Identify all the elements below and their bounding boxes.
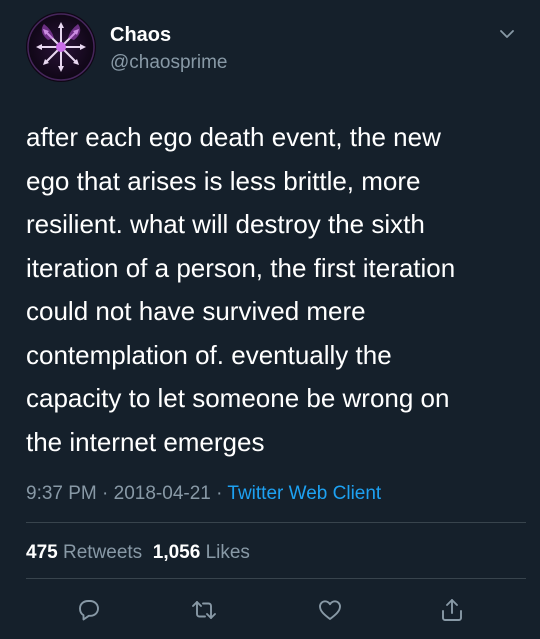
author-display-name[interactable]: Chaos: [110, 24, 171, 47]
tweet-text-line: could not have survived mere: [26, 296, 366, 326]
likes-stat[interactable]: 1,056 Likes: [153, 542, 250, 563]
tweet-text-line: resilient. what will destroy the sixth: [26, 209, 425, 239]
retweets-count: 475: [26, 542, 58, 563]
tweet-source-link[interactable]: Twitter Web Client: [227, 483, 381, 504]
tweet-date[interactable]: 2018-04-21: [114, 483, 211, 504]
tweet-text: after each ego death event, the new ego …: [26, 116, 526, 464]
divider: [26, 578, 526, 579]
retweets-stat[interactable]: 475 Retweets: [26, 542, 142, 563]
retweet-icon[interactable]: [190, 596, 218, 624]
like-icon[interactable]: [316, 596, 344, 624]
share-icon[interactable]: [438, 596, 466, 624]
tweet-text-line: ego that arises is less brittle, more: [26, 165, 421, 196]
chevron-down-icon[interactable]: [497, 26, 517, 42]
tweet-text-line: capacity to let someone be wrong on: [26, 383, 450, 413]
chaos-symbol-icon: [27, 13, 95, 81]
tweet-stats: 475 Retweets 1,056 Likes: [26, 542, 250, 564]
likes-label: Likes: [205, 542, 250, 563]
avatar[interactable]: [26, 12, 96, 82]
divider: [26, 522, 526, 523]
meta-separator: ·: [210, 483, 228, 504]
tweet-text-line: after each ego death event, the new: [26, 122, 441, 152]
tweet-time[interactable]: 9:37 PM: [26, 483, 97, 504]
tweet-timestamp: 9:37 PM · 2018-04-21 · Twitter Web Clien…: [26, 483, 381, 505]
tweet-text-line: contemplation of. eventually the: [26, 339, 392, 370]
tweet-text-line: iteration of a person, the first iterati…: [26, 252, 456, 283]
reply-icon[interactable]: [75, 596, 103, 624]
tweet-card: Chaos @chaosprime after each ego death e…: [0, 0, 540, 639]
retweets-label: Retweets: [62, 542, 143, 563]
likes-count: 1,056: [152, 542, 201, 563]
author-handle[interactable]: @chaosprime: [110, 52, 228, 74]
meta-separator: ·: [96, 483, 114, 504]
tweet-text-line: the internet emerges: [26, 426, 265, 457]
